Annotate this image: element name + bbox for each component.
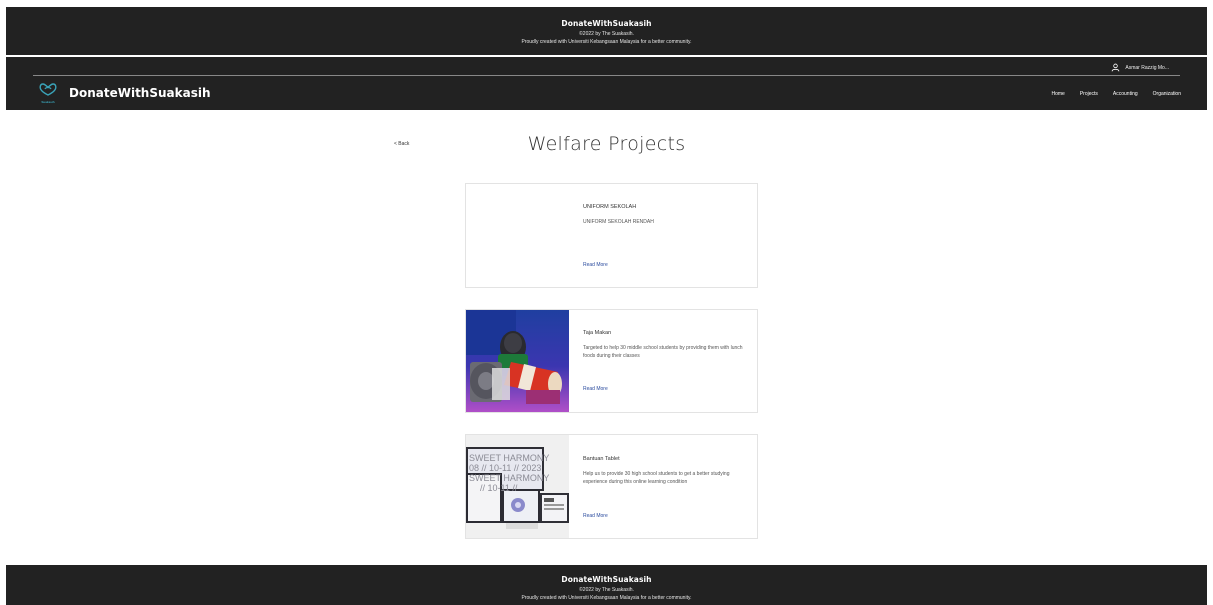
site-logo[interactable]: Suakasih [37, 82, 59, 104]
logo-caption: Suakasih [41, 100, 55, 104]
project-card-taja-makan[interactable]: Taja Makan Targeted to help 30 middle sc… [465, 309, 758, 413]
project-title[interactable]: Bantuan Tablet [583, 456, 743, 462]
project-image[interactable]: SWEET HARMONY 08 // 10-11 // 2023 SWEET … [466, 435, 569, 538]
footer-credit: Proudly created with Universiti Kebangsa… [521, 39, 692, 45]
footer-copyright: ©2022 by The Suakasih. [579, 31, 634, 37]
food-photo [466, 310, 569, 412]
nav-home[interactable]: Home [1051, 91, 1064, 97]
project-title[interactable]: UNIFORM SEKOLAH [583, 204, 743, 210]
site-title[interactable]: DonateWithSuakasih [69, 86, 211, 100]
header-divider [33, 75, 1180, 76]
tablet-image-text-2: 08 // 10-11 // 2023 [469, 463, 541, 473]
user-avatar-icon [1112, 63, 1120, 72]
project-description: Targeted to help 30 middle school studen… [583, 345, 743, 359]
site-header: Asmar Razzig Mo... Suakasih DonateWithSu… [6, 57, 1207, 110]
heart-hands-icon [39, 83, 57, 96]
tablet-image-text-4: // 10-11 // [480, 483, 518, 493]
project-description: UNIFORM SEKOLAH RENDAH [583, 219, 654, 225]
user-name: Asmar Razzig Mo... [1125, 64, 1169, 71]
footer-copyright: ©2022 by The Suakasih. [579, 587, 634, 593]
site-footer: DonateWithSuakasih ©2022 by The Suakasih… [6, 565, 1207, 605]
footer-credit: Proudly created with Universiti Kebangsa… [521, 595, 692, 601]
project-description: Help us to provide 30 high school studen… [583, 471, 730, 485]
project-card-bantuan-tablet[interactable]: SWEET HARMONY 08 // 10-11 // 2023 SWEET … [465, 434, 758, 539]
tablet-photo: SWEET HARMONY 08 // 10-11 // 2023 SWEET … [466, 435, 569, 538]
nav-projects[interactable]: Projects [1080, 91, 1098, 97]
page-title: Welfare Projects [527, 133, 686, 155]
read-more-link[interactable]: Read More [583, 386, 608, 392]
footer-brand: DonateWithSuakasih [561, 19, 652, 28]
top-footer: DonateWithSuakasih ©2022 by The Suakasih… [6, 7, 1207, 55]
main-nav: Home Projects Accounting Organization [1036, 91, 1181, 97]
tablet-image-text-1: SWEET HARMONY [469, 453, 549, 463]
nav-accounting[interactable]: Accounting [1113, 91, 1138, 97]
project-card-uniform[interactable]: UNIFORM SEKOLAH UNIFORM SEKOLAH RENDAH R… [465, 183, 758, 288]
nav-organization[interactable]: Organization [1153, 91, 1181, 97]
read-more-link[interactable]: Read More [583, 513, 608, 519]
project-title[interactable]: Taja Makan [583, 330, 743, 336]
project-image[interactable] [466, 310, 569, 412]
tablet-image-text-3: SWEET HARMONY [469, 473, 549, 483]
read-more-link[interactable]: Read More [583, 262, 608, 268]
footer-brand: DonateWithSuakasih [561, 575, 652, 584]
user-menu[interactable]: Asmar Razzig Mo... [1111, 63, 1169, 72]
